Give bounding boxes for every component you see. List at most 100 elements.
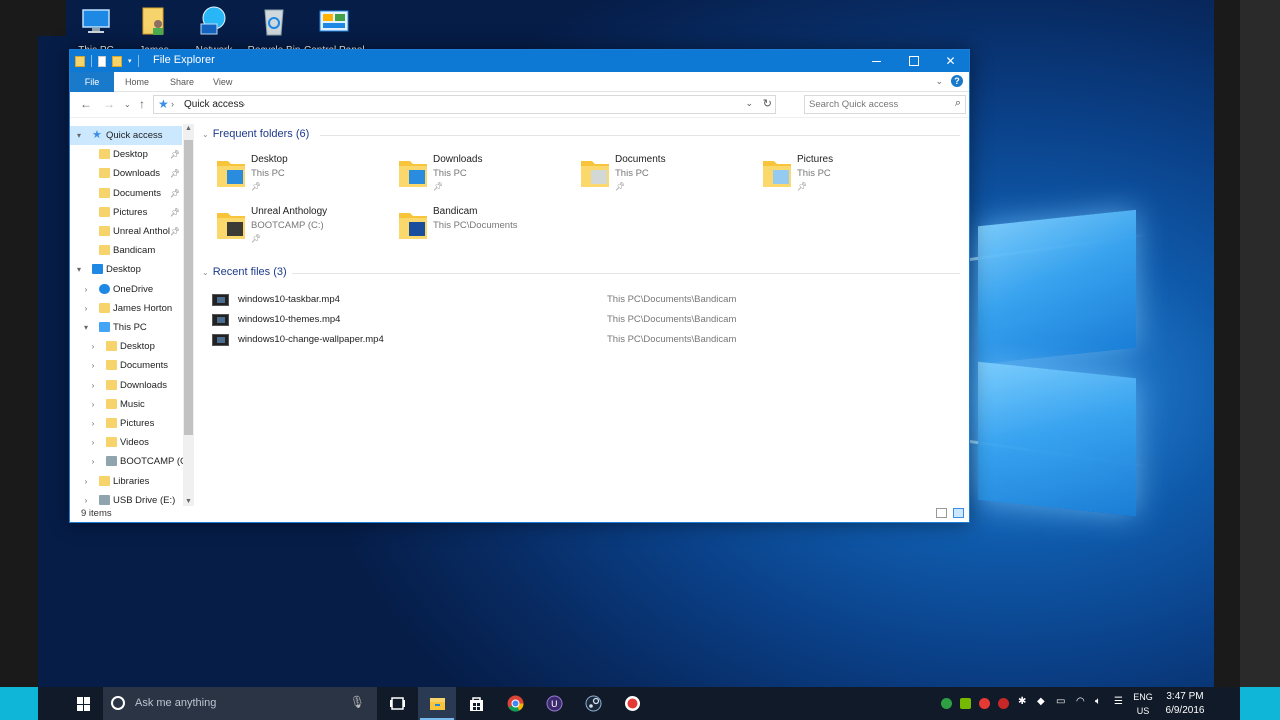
- clock[interactable]: 3:47 PM 6/9/2016: [1160, 690, 1210, 718]
- collapsed-chevron-icon[interactable]: ›: [88, 337, 98, 356]
- details-view-icon[interactable]: [936, 508, 947, 518]
- start-button[interactable]: [66, 687, 102, 720]
- collapsed-chevron-icon[interactable]: ›: [88, 433, 98, 452]
- input-language-indicator[interactable]: ENG US: [1132, 690, 1154, 718]
- nav-item[interactable]: › Pictures: [70, 414, 182, 433]
- nav-item[interactable]: › James Horton: [70, 299, 182, 318]
- record-icon[interactable]: [979, 698, 990, 709]
- steam-taskbar-button[interactable]: [574, 687, 612, 720]
- collapsed-chevron-icon[interactable]: ›: [88, 395, 98, 414]
- nav-item[interactable]: Pictures 📌︎: [70, 203, 182, 222]
- nav-item[interactable]: › BOOTCAMP (C:: [70, 452, 190, 471]
- expand-ribbon-icon[interactable]: ⌄: [935, 76, 943, 87]
- nav-item[interactable]: › Desktop: [70, 337, 182, 356]
- bluetooth-icon[interactable]: ✱: [1018, 696, 1026, 707]
- collapsed-chevron-icon[interactable]: ›: [81, 472, 91, 491]
- nav-item[interactable]: › OneDrive: [70, 280, 182, 299]
- new-folder-icon[interactable]: [112, 55, 122, 67]
- nav-item[interactable]: Documents 📌︎: [70, 184, 182, 203]
- bandicam-taskbar-button[interactable]: [613, 687, 651, 720]
- nav-item[interactable]: Downloads 📌︎: [70, 164, 182, 183]
- cortana-search-box[interactable]: Ask me anything 🎙︎: [103, 687, 377, 720]
- nav-item[interactable]: Unreal Anthol 📌︎: [70, 222, 182, 241]
- expanded-chevron-icon[interactable]: ▾: [74, 260, 84, 279]
- recent-file-row[interactable]: windows10-themes.mp4 This PC\Documents\Ba…: [212, 312, 952, 330]
- refresh-icon[interactable]: ↻: [763, 97, 772, 110]
- recent-file-row[interactable]: windows10-taskbar.mp4 This PC\Documents\B…: [212, 292, 952, 310]
- customize-dropdown-icon[interactable]: ▾: [128, 57, 132, 65]
- up-arrow-icon[interactable]: ↑: [139, 97, 145, 111]
- collapsed-chevron-icon[interactable]: ›: [81, 491, 91, 506]
- frequent-folder-tile[interactable]: Downloads This PC 📌︎: [396, 154, 576, 198]
- dropbox-icon[interactable]: ◆: [1037, 696, 1045, 707]
- frequent-folder-tile[interactable]: Bandicam This PC\Documents: [396, 206, 576, 250]
- expanded-chevron-icon[interactable]: ▾: [74, 126, 84, 145]
- collapsed-chevron-icon[interactable]: ›: [88, 452, 98, 471]
- search-input[interactable]: Search Quick access ⌕: [804, 95, 966, 114]
- breadcrumb-quick-access[interactable]: Quick access: [184, 99, 243, 110]
- store-taskbar-button[interactable]: [457, 687, 495, 720]
- nav-item[interactable]: › Downloads: [70, 376, 182, 395]
- file-explorer-taskbar-button[interactable]: [418, 687, 456, 720]
- address-dropdown-icon[interactable]: ⌄: [745, 98, 753, 109]
- nvidia-share-icon[interactable]: [941, 698, 952, 709]
- collapsed-chevron-icon[interactable]: ›: [88, 376, 98, 395]
- chrome-taskbar-button[interactable]: [496, 687, 534, 720]
- nav-item[interactable]: › USB Drive (E:): [70, 491, 182, 506]
- unreal-taskbar-button[interactable]: U: [535, 687, 573, 720]
- breadcrumb-chevron-icon[interactable]: ›: [242, 99, 245, 109]
- collapse-chevron-icon[interactable]: ⌄: [202, 130, 209, 139]
- collapsed-chevron-icon[interactable]: ›: [81, 280, 91, 299]
- collapsed-chevron-icon[interactable]: ›: [81, 299, 91, 318]
- nav-item[interactable]: Bandicam: [70, 241, 182, 260]
- nav-item[interactable]: › Libraries: [70, 472, 182, 491]
- collapsed-chevron-icon[interactable]: ›: [88, 356, 98, 375]
- expanded-chevron-icon[interactable]: ▾: [81, 318, 91, 337]
- content-pane[interactable]: ⌄ Frequent folders (6) ⌄ Recent files (3) …: [200, 124, 966, 506]
- collapse-chevron-icon[interactable]: ⌄: [202, 268, 209, 277]
- recent-locations-icon[interactable]: ⌄: [124, 100, 131, 109]
- bandicam-tray-icon[interactable]: [998, 698, 1009, 709]
- file-explorer-window[interactable]: ▾ File Explorer ✕ File Home Share View ⌄…: [69, 49, 970, 523]
- large-icons-view-icon[interactable]: [953, 508, 964, 518]
- nav-item[interactable]: › Documents: [70, 356, 182, 375]
- minimize-button[interactable]: [858, 50, 895, 72]
- frequent-folders-header[interactable]: ⌄ Frequent folders (6): [202, 128, 309, 140]
- tab-home[interactable]: Home: [125, 72, 149, 92]
- frequent-folder-tile[interactable]: Unreal Anthology BOOTCAMP (C:) 📌︎: [214, 206, 394, 250]
- frequent-folder-tile[interactable]: Documents This PC 📌︎: [578, 154, 758, 198]
- tab-file[interactable]: File: [70, 72, 114, 92]
- address-bar[interactable]: ★ › Quick access › ⌄ ↻: [153, 95, 776, 114]
- scrollbar-thumb[interactable]: [184, 140, 193, 435]
- nav-item[interactable]: › Music: [70, 395, 182, 414]
- microphone-icon[interactable]: 🎙︎: [350, 695, 365, 709]
- wifi-icon[interactable]: ◠: [1076, 696, 1085, 707]
- action-center-icon[interactable]: ☰: [1114, 696, 1123, 707]
- navigation-pane[interactable]: › USB Drive (E:) › Libraries › BOOTCAMP (C: › V…: [70, 124, 194, 506]
- collapsed-chevron-icon[interactable]: ›: [88, 414, 98, 433]
- nav-item[interactable]: ▾ ★ Quick access: [70, 126, 182, 145]
- nav-item[interactable]: › Videos: [70, 433, 182, 452]
- tab-share[interactable]: Share: [170, 72, 194, 92]
- nvidia-icon[interactable]: [960, 698, 971, 709]
- maximize-button[interactable]: [895, 50, 932, 72]
- volume-icon[interactable]: 🔈︎: [1095, 696, 1101, 707]
- back-arrow-icon[interactable]: ←: [80, 97, 92, 111]
- recent-file-row[interactable]: windows10-change-wallpaper.mp4 This PC\Do…: [212, 332, 952, 350]
- scroll-down-icon[interactable]: ▼: [185, 498, 192, 505]
- close-button[interactable]: ✕: [932, 50, 969, 72]
- scroll-up-icon[interactable]: ▲: [185, 125, 192, 132]
- breadcrumb-chevron-icon[interactable]: ›: [171, 99, 174, 109]
- recent-files-header[interactable]: ⌄ Recent files (3): [202, 266, 287, 278]
- frequent-folder-tile[interactable]: Pictures This PC 📌︎: [760, 154, 940, 198]
- properties-icon[interactable]: [98, 55, 106, 67]
- frequent-folder-tile[interactable]: Desktop This PC 📌︎: [214, 154, 394, 198]
- task-view-button[interactable]: [378, 687, 416, 720]
- nav-item[interactable]: ▾ Desktop: [70, 260, 182, 279]
- title-bar[interactable]: ▾ File Explorer ✕: [70, 50, 969, 72]
- nav-scrollbar[interactable]: ▲ ▼: [183, 124, 194, 506]
- tab-view[interactable]: View: [213, 72, 232, 92]
- help-icon[interactable]: ?: [951, 75, 963, 87]
- nav-item[interactable]: ▾ This PC: [70, 318, 182, 337]
- battery-icon[interactable]: ▭: [1056, 696, 1065, 707]
